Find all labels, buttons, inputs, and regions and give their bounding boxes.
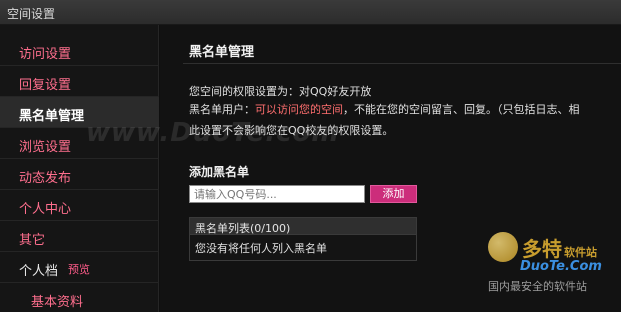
sidebar-item-label: 个人档 [19,264,59,279]
add-blacklist-title: 添加黑名单 [189,165,250,179]
site-logo: 多特 软件站 DuoTe.Com 国内最安全的软件站 [486,230,621,312]
blacklist-user-suffix: ，不能在您的空间留言、回复。（只包括日志、相 [343,103,580,116]
logo-badge-icon [488,232,518,262]
sidebar-item-label: 基本资料 [31,295,84,310]
sidebar-item-other[interactable]: 其它 [0,221,159,252]
blacklist-user-highlight: 可以访问您的空间 [255,103,343,116]
sidebar-item-label: 黑名单管理 [19,109,85,124]
blacklist-count: 黑名单列表(0/100) [195,222,291,235]
blacklist-list: 黑名单列表(0/100) 您没有将任何人列入黑名单 [189,217,417,261]
title-divider [183,63,621,64]
profile-preview-link[interactable]: 预览 [68,261,90,277]
sidebar-item-label: 回复设置 [19,78,72,93]
blacklist-user-description: 黑名单用户：可以访问您的空间，不能在您的空间留言、回复。（只包括日志、相 [189,101,580,117]
sidebar-item-label: 其它 [19,233,46,248]
title-bar: 空间设置 [0,0,621,25]
sidebar-item-feed-publish[interactable]: 动态发布 [0,159,159,190]
sidebar-item-reply-settings[interactable]: 回复设置 [0,66,159,97]
sidebar-item-label: 访问设置 [19,47,72,62]
sidebar-item-personal-center[interactable]: 个人中心 [0,190,159,221]
page-title: 黑名单管理 [189,45,255,60]
window-title: 空间设置 [7,7,56,21]
add-button[interactable]: 添加 [370,185,417,203]
logo-url: DuoTe.Com [520,259,602,274]
blacklist-list-header: 黑名单列表(0/100) [190,218,416,235]
logo-tagline: 国内最安全的软件站 [488,280,587,293]
logo-name-suffix: 软件站 [564,246,597,259]
sidebar-item-access-settings[interactable]: 访问设置 [0,35,159,66]
watermark: www.DuoTe.com [86,118,340,148]
blacklist-user-prefix: 黑名单用户： [189,103,255,116]
sidebar-item-basic-info[interactable]: 基本资料 [0,283,159,312]
empty-list-message: 您没有将任何人列入黑名单 [195,242,327,255]
sidebar-item-profile: 个人档 预览 [0,252,159,283]
sidebar-item-label: 浏览设置 [19,140,72,155]
sidebar-item-label: 动态发布 [19,171,72,186]
logo-name: 多特 软件站 [522,233,597,262]
permission-text: 您空间的权限设置为：对QQ好友开放 [189,85,372,98]
logo-name-main: 多特 [522,237,562,261]
sidebar: 访问设置 回复设置 黑名单管理 浏览设置 动态发布 个人中心 其它 个人档 预览… [0,25,159,312]
qq-number-input[interactable] [189,185,365,203]
sidebar-item-label: 个人中心 [19,202,72,217]
